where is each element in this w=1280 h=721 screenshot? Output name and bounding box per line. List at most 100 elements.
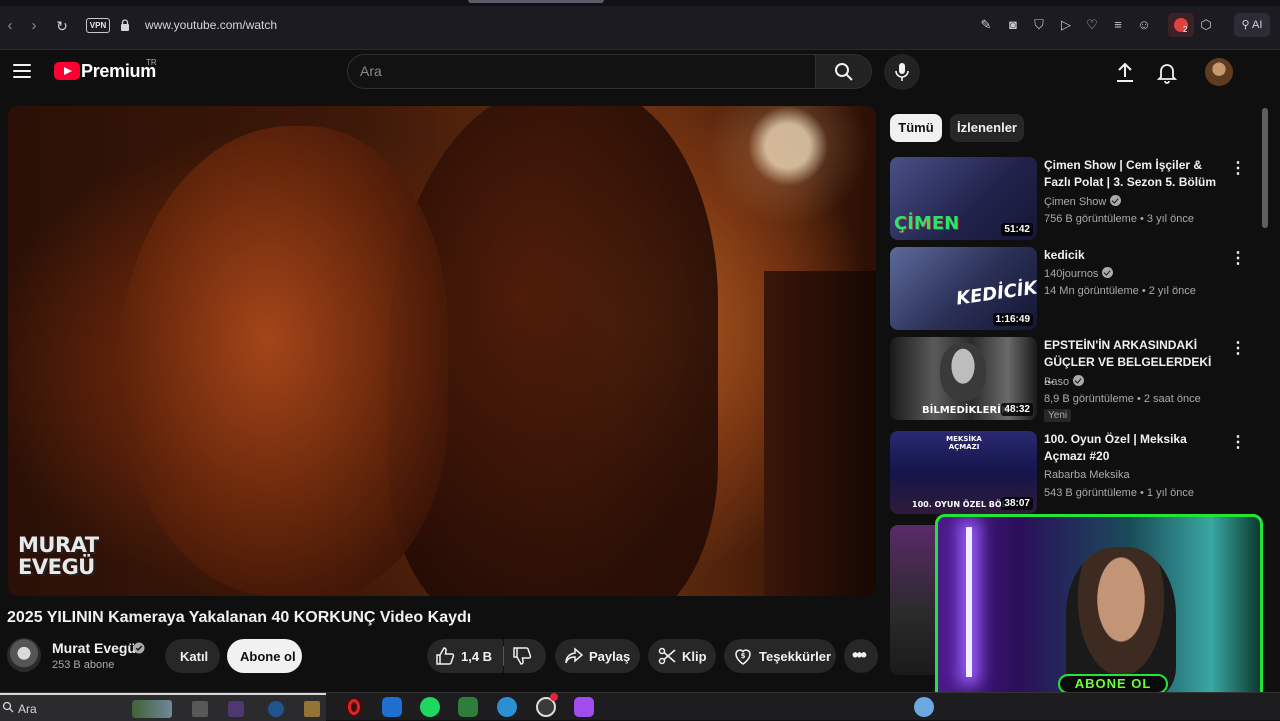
clip-label: Klip [682, 649, 707, 664]
subscribe-button[interactable]: Abone ol [227, 639, 302, 673]
ai-label: AI [1252, 19, 1263, 31]
recommendation-item[interactable]: MEKSİKA AÇMAZI 100. OYUN ÖZEL BÖL 38:07 … [890, 431, 1250, 515]
video-thumbnail[interactable]: MEKSİKA AÇMAZI 100. OYUN ÖZEL BÖL 38:07 [890, 431, 1037, 514]
forward-icon[interactable]: › [24, 16, 44, 36]
ai-button[interactable]: ⚲ AI [1234, 13, 1270, 37]
like-button[interactable]: 1,4 B [427, 639, 503, 673]
thumbnail-portrait [940, 343, 986, 401]
video-player[interactable]: MURAT EVEGÜ [8, 106, 876, 596]
recommendation-channel[interactable]: 140journos [1044, 267, 1114, 280]
region-code: TR [146, 58, 157, 67]
join-label: Katıl [180, 649, 209, 664]
back-icon[interactable]: ‹ [0, 16, 20, 36]
heart-icon[interactable]: ♡ [1082, 15, 1102, 35]
channel-name[interactable]: Murat Evegü [52, 640, 136, 656]
thumbs-up-icon [436, 647, 455, 665]
recommendation-channel[interactable]: Çimen Show [1044, 195, 1122, 208]
app-circle-icon[interactable] [536, 693, 558, 717]
cube-icon[interactable]: ⬡ [1196, 15, 1216, 35]
more-vertical-icon[interactable]: ⋮ [1230, 159, 1246, 179]
share-button[interactable]: Paylaş [555, 639, 640, 673]
edit-page-icon[interactable]: ✎ [976, 15, 996, 35]
recommendation-meta: 543 B görüntüleme • 1 yıl önce [1044, 487, 1194, 499]
recommendation-channel[interactable]: Rabarba Meksika [1044, 469, 1130, 481]
clip-button[interactable]: Klip [648, 639, 716, 673]
recommendation-item[interactable]: BİLMEDİKLERİN 48:32 EPSTEİN'İN ARKASINDA… [890, 337, 1250, 422]
video-duration: 48:32 [1001, 403, 1033, 416]
shield-icon[interactable]: ⛉ [1029, 15, 1049, 35]
extension-badge: 2 [1183, 25, 1188, 34]
recommendation-item[interactable]: KEDİCİK 1:16:49 kedicik 140journos 14 Mn… [890, 247, 1250, 331]
recommendation-title[interactable]: Çimen Show | Cem İşçiler & Fazlı Polat |… [1044, 157, 1224, 191]
svg-text:$: $ [741, 652, 746, 660]
spotify-icon[interactable] [420, 697, 440, 717]
channel-avatar[interactable] [7, 638, 41, 672]
join-button[interactable]: Katıl [165, 639, 220, 673]
tab-strip [0, 0, 1280, 6]
channel-label: 140journos [1044, 268, 1099, 280]
search-icon [835, 63, 853, 81]
watermark-line-1: MURAT [18, 533, 99, 557]
mail-icon[interactable] [382, 697, 402, 717]
voice-search-button[interactable] [884, 54, 920, 90]
more-vertical-icon[interactable]: ⋮ [1230, 339, 1246, 359]
chip-watched[interactable]: İzlenenler [950, 114, 1024, 142]
youtube-logo-icon[interactable] [54, 62, 80, 80]
taskbar-app-icon[interactable] [228, 701, 244, 717]
address-bar-url[interactable]: www.youtube.com/watch [145, 18, 277, 32]
extension-icon[interactable]: 2 [1168, 13, 1194, 37]
thanks-button[interactable]: $ Teşekkürler [724, 639, 836, 673]
video-duration: 38:07 [1001, 497, 1033, 510]
video-thumbnail[interactable]: KEDİCİK 1:16:49 [890, 247, 1037, 330]
camera-icon[interactable]: ◙ [1003, 15, 1023, 35]
list-icon[interactable]: ≡ [1108, 15, 1128, 35]
taskbar-app-icon[interactable] [268, 701, 284, 717]
video-thumbnail[interactable]: ÇİMEN 51:42 [890, 157, 1037, 240]
search-button[interactable] [816, 54, 872, 89]
taskbar-app-icon[interactable] [304, 701, 320, 717]
play-icon[interactable]: ▷ [1056, 15, 1076, 35]
microphone-icon [895, 63, 909, 81]
app-purple-icon[interactable] [574, 697, 594, 717]
profile-icon[interactable]: ☺ [1134, 15, 1154, 35]
recommendation-item[interactable]: ÇİMEN 51:42 Çimen Show | Cem İşçiler & F… [890, 157, 1250, 241]
page-scrollbar[interactable] [1262, 108, 1268, 228]
account-avatar[interactable] [1205, 58, 1233, 86]
more-vertical-icon[interactable]: ⋮ [1230, 249, 1246, 269]
globe-icon[interactable] [497, 697, 517, 717]
active-tab[interactable] [468, 0, 604, 3]
thumbnail-text: BİLMEDİKLERİN [922, 405, 1010, 416]
upload-icon[interactable] [1113, 60, 1137, 84]
youtube-header: Premium TR [0, 50, 1280, 102]
vpn-badge[interactable]: VPN [86, 18, 110, 33]
verified-icon [1110, 195, 1122, 206]
verified-icon [1073, 375, 1085, 386]
hamburger-menu-icon[interactable] [13, 64, 31, 78]
recommendation-title[interactable]: 100. Oyun Özel | Meksika Açmazı #20 [1044, 431, 1224, 465]
opera-icon[interactable] [344, 697, 364, 717]
recommendation-channel[interactable]: Baso [1044, 375, 1085, 388]
taskbar-widget-icon[interactable] [132, 700, 172, 718]
video-thumbnail[interactable]: BİLMEDİKLERİN 48:32 [890, 337, 1037, 420]
dislike-button[interactable] [504, 639, 546, 673]
verified-icon [1102, 267, 1114, 278]
recommendation-title[interactable]: kedicik [1044, 247, 1224, 264]
recommendation-thumbnail-partial[interactable] [890, 525, 935, 675]
taskbar-app-icon[interactable] [192, 701, 208, 717]
thanks-label: Teşekkürler [759, 649, 832, 664]
search-icon [2, 701, 14, 713]
reload-icon[interactable]: ↻ [52, 16, 72, 36]
chip-all[interactable]: Tümü [890, 114, 942, 142]
app-green-icon[interactable] [458, 697, 478, 717]
taskbar-search[interactable]: Ara [0, 693, 326, 721]
channel-label: Çimen Show [1044, 196, 1107, 208]
premium-logo-text[interactable]: Premium [81, 61, 156, 82]
more-actions-button[interactable]: ••• [844, 639, 878, 673]
thumbnail-text: 100. OYUN ÖZEL BÖL [912, 500, 1007, 509]
search-input[interactable] [360, 63, 800, 79]
video-duration: 51:42 [1001, 223, 1033, 236]
verified-icon [133, 642, 145, 654]
notifications-bell-icon[interactable] [1155, 60, 1179, 84]
weather-icon[interactable] [914, 697, 934, 717]
more-vertical-icon[interactable]: ⋮ [1230, 433, 1246, 453]
